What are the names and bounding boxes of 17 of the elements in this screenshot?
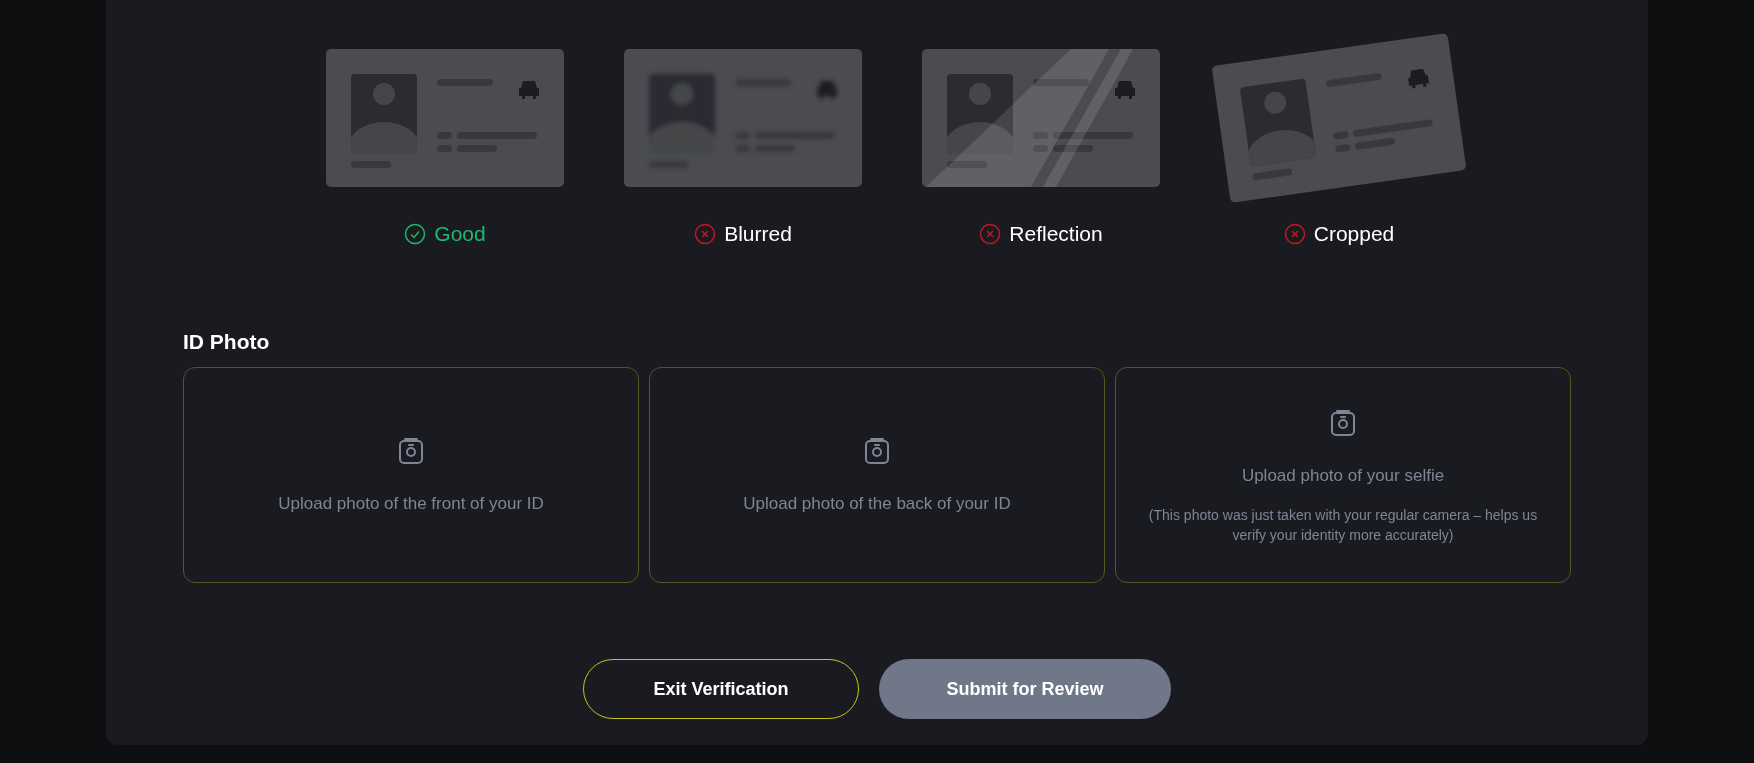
example-label: Blurred	[724, 221, 792, 247]
upload-label: Upload photo of your selfie	[1241, 465, 1445, 488]
example-label: Cropped	[1313, 221, 1395, 247]
check-circle-icon	[404, 222, 427, 245]
upload-area[interactable]: Upload photo of the front of your ID	[183, 367, 639, 583]
cross-circle-icon	[979, 222, 1002, 245]
submit-button[interactable]: Submit for Review	[879, 659, 1171, 719]
upload-label: Upload photo of the back of your ID	[743, 493, 1011, 516]
upload-area[interactable]: Upload photo of your selfie (This photo was just taken with your regular camera – helps us verify your identity more accurately)	[1115, 367, 1571, 583]
upload-area[interactable]: Upload photo of the back of your ID	[649, 367, 1105, 583]
example-label: Reflection	[1009, 221, 1103, 247]
upload-label: Upload photo of the front of your ID	[278, 493, 544, 516]
upload-note: (This photo was just taken with your regular camera – helps us verify your identity more accurately)	[1147, 505, 1539, 545]
section-title: ID Photo	[183, 328, 271, 355]
example-label: Good	[434, 221, 486, 247]
cross-circle-icon	[1283, 222, 1306, 245]
cross-circle-icon	[694, 222, 717, 245]
